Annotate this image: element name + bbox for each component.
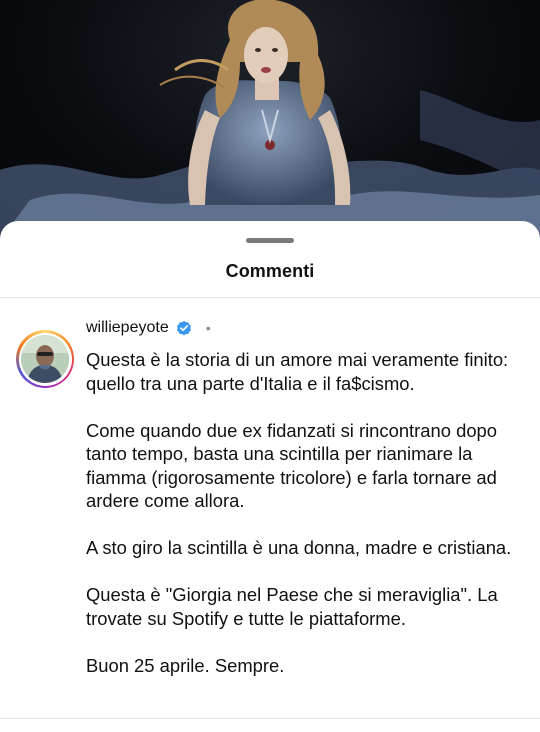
footer-divider: [0, 718, 540, 719]
comments-sheet: Commenti williepeyote • Questa è la stor: [0, 221, 540, 732]
avatar-story-ring[interactable]: [16, 330, 74, 388]
post-illustration: [0, 0, 540, 240]
sheet-title: Commenti: [225, 261, 315, 281]
comment-text: Questa è la storia di un amore mai veram…: [86, 349, 512, 676]
comment-username[interactable]: williepeyote: [86, 319, 169, 337]
post-image-background: [0, 0, 540, 240]
header-divider: [0, 297, 540, 298]
comment-header: williepeyote •: [86, 317, 211, 339]
avatar-image: [21, 335, 69, 383]
separator-dot: •: [205, 320, 211, 336]
avatar[interactable]: [21, 335, 69, 383]
drag-handle[interactable]: [246, 238, 294, 243]
verified-badge-icon: [176, 320, 191, 336]
